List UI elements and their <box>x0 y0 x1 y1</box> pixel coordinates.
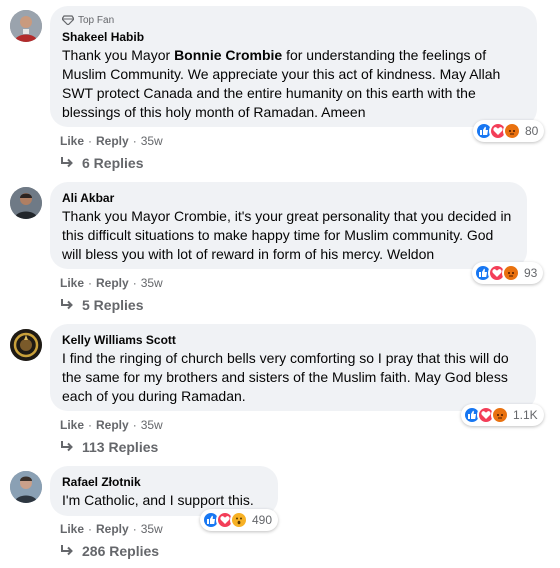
comment-author[interactable]: Rafael Złotnik <box>62 474 266 490</box>
replies-count: 5 Replies <box>82 297 144 313</box>
reply-button[interactable]: Reply <box>96 418 129 432</box>
view-replies-link[interactable]: 6 Replies <box>60 155 143 171</box>
reaction-summary[interactable]: 1.1K <box>461 404 544 426</box>
wow-reaction-icon <box>230 511 248 529</box>
angry-reaction-icon <box>503 122 521 140</box>
view-replies-link[interactable]: 286 Replies <box>60 543 159 559</box>
comment-bubble: Top Fan Shakeel Habib Thank you Mayor Bo… <box>50 6 537 127</box>
mention-link[interactable]: Bonnie Crombie <box>174 47 282 63</box>
avatar-image <box>10 10 42 42</box>
diamond-icon <box>62 15 74 25</box>
comment-actions: Like · Reply · 35w <box>60 418 163 432</box>
angry-reaction-icon <box>502 264 520 282</box>
timestamp[interactable]: 35w <box>141 418 163 432</box>
avatar[interactable] <box>10 10 42 42</box>
comment-actions: Like · Reply · 35w <box>60 276 163 290</box>
comment-text-part: Thank you Mayor <box>62 47 175 63</box>
comment-author[interactable]: Shakeel Habib <box>62 29 525 45</box>
comment-bubble: Ali Akbar Thank you Mayor Crombie, it's … <box>50 182 527 269</box>
separator: · <box>88 522 93 536</box>
reply-arrow-icon <box>61 545 73 556</box>
avatar-image <box>10 187 42 219</box>
avatar[interactable] <box>10 329 42 361</box>
avatar-image <box>10 471 42 503</box>
like-button[interactable]: Like <box>60 522 84 536</box>
comment-text: Thank you Mayor Crombie, it's your great… <box>62 208 512 262</box>
separator: · <box>88 418 93 432</box>
comment-text: I find the ringing of church bells very … <box>62 350 509 404</box>
reaction-summary[interactable]: 93 <box>472 262 544 284</box>
comment-text: Thank you Mayor Bonnie Crombie for under… <box>62 46 525 122</box>
reply-arrow-icon <box>61 299 73 310</box>
view-replies-link[interactable]: 113 Replies <box>60 439 158 455</box>
separator: · <box>132 276 137 290</box>
separator: · <box>88 276 93 290</box>
replies-count: 113 Replies <box>82 439 159 455</box>
comment-actions: Like · Reply · 35w <box>60 134 163 148</box>
reply-arrow-icon <box>61 441 73 452</box>
like-button[interactable]: Like <box>60 276 84 290</box>
like-button[interactable]: Like <box>60 134 84 148</box>
top-fan-badge: Top Fan <box>62 13 525 27</box>
separator: · <box>88 134 93 148</box>
avatar-image <box>10 329 42 361</box>
reply-button[interactable]: Reply <box>96 134 129 148</box>
reply-arrow-icon <box>61 157 73 168</box>
badge-label: Top Fan <box>78 14 115 26</box>
separator: · <box>132 134 137 148</box>
reaction-count: 93 <box>524 266 538 280</box>
comment-actions: Like · Reply · 35w <box>60 522 163 536</box>
comment-bubble: Kelly Williams Scott I find the ringing … <box>50 324 536 411</box>
view-replies-link[interactable]: 5 Replies <box>60 297 143 313</box>
separator: · <box>132 418 137 432</box>
reply-button[interactable]: Reply <box>96 276 129 290</box>
comment-author[interactable]: Kelly Williams Scott <box>62 332 524 348</box>
replies-count: 6 Replies <box>82 155 144 171</box>
reply-button[interactable]: Reply <box>96 522 129 536</box>
timestamp[interactable]: 35w <box>141 276 163 290</box>
reaction-summary[interactable]: 80 <box>473 120 545 142</box>
like-button[interactable]: Like <box>60 418 84 432</box>
timestamp[interactable]: 35w <box>141 522 163 536</box>
reaction-count: 490 <box>252 513 273 527</box>
avatar[interactable] <box>10 471 42 503</box>
avatar[interactable] <box>10 187 42 219</box>
reaction-count: 1.1K <box>513 408 538 422</box>
reaction-summary[interactable]: 490 <box>200 509 279 531</box>
timestamp[interactable]: 35w <box>141 134 163 148</box>
angry-reaction-icon <box>491 406 509 424</box>
separator: · <box>132 522 137 536</box>
comment-text: I'm Catholic, and I support this. <box>62 492 254 508</box>
comment-author[interactable]: Ali Akbar <box>62 190 515 206</box>
reaction-count: 80 <box>525 124 539 138</box>
replies-count: 286 Replies <box>82 543 160 559</box>
